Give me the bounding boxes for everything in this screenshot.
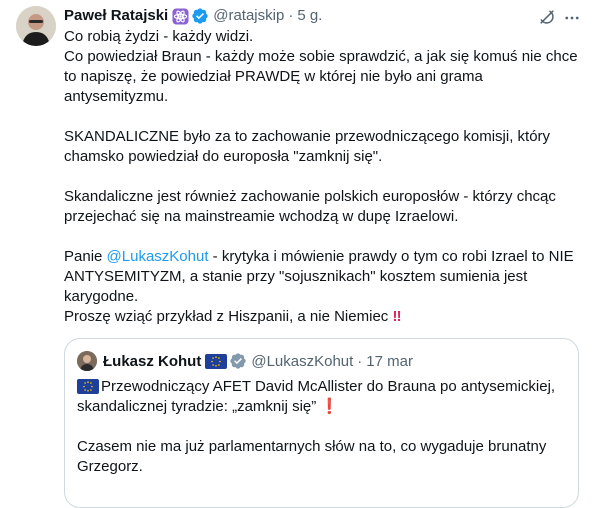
quoted-author-name: Łukasz Kohut [103,352,202,370]
tweet-line: Proszę wziąć przykład z Hiszpanii, a nie… [64,307,584,327]
mention-link[interactable]: @LukaszKohut [107,248,209,265]
tweet-line: SKANDALICZNE było za to zachowanie przew… [64,128,551,165]
quoted-tweet-text: Przewodniczący AFET David McAllister do … [77,377,572,477]
tweet-header: Paweł Ratajski @ratajskip · 5 g. [64,6,322,26]
eu-flag-icon [77,379,99,394]
text-segment: Panie [64,248,107,265]
tweet-line: Skandaliczne jest również zachowanie pol… [64,188,556,225]
text-segment: Przewodniczący AFET David McAllister do … [77,378,556,415]
tweet-line: Panie @LukaszKohut - krytyka i mówienie … [64,247,584,307]
double-exclamation-emoji: ‼ [392,308,401,325]
quoted-tweet-header: Łukasz Kohut @LukaszKohut · 17 mar [103,351,413,371]
tweet-text: Co robią żydzi - każdy widzi. Co powiedz… [64,27,584,327]
verified-badge-icon[interactable] [191,7,209,25]
grok-icon[interactable] [537,7,557,27]
atom-emoji-icon [172,7,189,25]
more-options-icon[interactable] [563,9,581,27]
quoted-author-avatar [77,351,97,371]
author-avatar[interactable] [16,6,56,46]
separator-dot: · [288,7,294,24]
quoted-line: Czasem nie ma już parlamentarnych słów n… [77,438,547,475]
quoted-timestamp: 17 mar [366,352,413,370]
verified-badge-icon [230,353,247,369]
author-name[interactable]: Paweł Ratajski [64,6,168,26]
tweet-timestamp[interactable]: 5 g. [297,6,322,26]
text-segment: Proszę wziąć przykład z Hiszpanii, a nie… [64,308,389,325]
tweet-line: Co robią żydzi - każdy widzi. [64,28,254,45]
quoted-author-handle: @LukaszKohut [251,352,354,370]
exclamation-emoji: ❗ [320,398,340,415]
eu-flag-icon [205,353,228,369]
quoted-line: Przewodniczący AFET David McAllister do … [77,377,572,417]
author-handle[interactable]: @ratajskip [213,6,284,26]
quoted-tweet[interactable]: Łukasz Kohut @LukaszKohut · 17 mar Przew… [64,338,579,508]
tweet-line: Co powiedział Braun - każdy może sobie s… [64,48,578,105]
tweet: Paweł Ratajski @ratajskip · 5 g. Co robi… [0,0,595,508]
separator-dot: · [357,352,363,370]
